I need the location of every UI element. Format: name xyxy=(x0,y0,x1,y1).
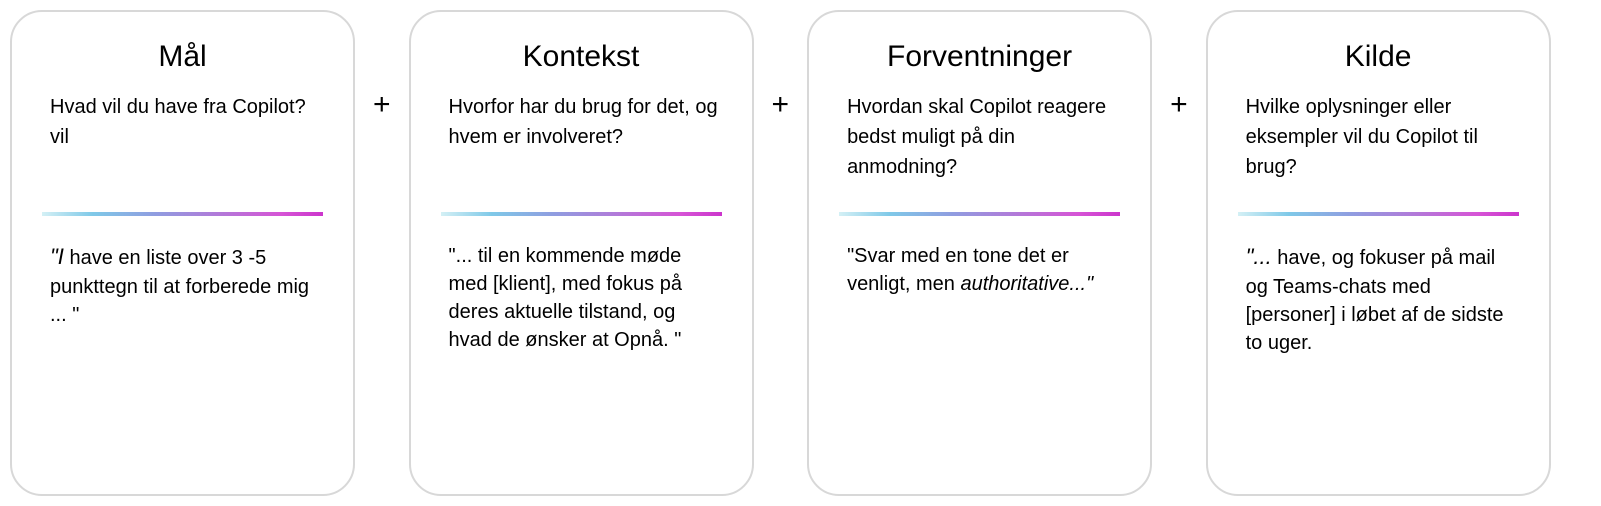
card-context: Kontekst Hvorfor har du brug for det, og… xyxy=(409,10,754,496)
card-example: "Svar med en tone det er venligt, men au… xyxy=(839,242,1120,298)
card-title: Kilde xyxy=(1238,40,1519,74)
card-goal: Mål Hvad vil du have fra Copilot? vil "I… xyxy=(10,10,355,496)
card-title: Kontekst xyxy=(441,40,722,74)
card-question: Hvorfor har du brug for det, og hvem er … xyxy=(441,92,722,184)
card-source: Kilde Hvilke oplysninger eller eksempler… xyxy=(1206,10,1551,496)
card-example: "... have, og fokuser på mail og Teams-c… xyxy=(1238,242,1519,357)
gradient-divider xyxy=(1238,212,1519,216)
plus-separator: + xyxy=(754,88,808,122)
gradient-divider xyxy=(441,212,722,216)
card-title: Mål xyxy=(42,40,323,74)
card-title: Forventninger xyxy=(839,40,1120,74)
card-question: Hvordan skal Copilot reagere bedst mulig… xyxy=(839,92,1120,184)
gradient-divider xyxy=(839,212,1120,216)
card-expectations: Forventninger Hvordan skal Copilot reage… xyxy=(807,10,1152,496)
gradient-divider xyxy=(42,212,323,216)
plus-separator: + xyxy=(1152,88,1206,122)
card-question: Hvilke oplysninger eller eksempler vil d… xyxy=(1238,92,1519,184)
plus-separator: + xyxy=(355,88,409,122)
card-example: "I have en liste over 3 -5 punkttegn til… xyxy=(42,242,323,329)
cards-container: Mål Hvad vil du have fra Copilot? vil "I… xyxy=(10,10,1591,496)
card-question: Hvad vil du have fra Copilot? vil xyxy=(42,92,323,184)
card-example: "... til en kommende møde med [klient], … xyxy=(441,242,722,354)
